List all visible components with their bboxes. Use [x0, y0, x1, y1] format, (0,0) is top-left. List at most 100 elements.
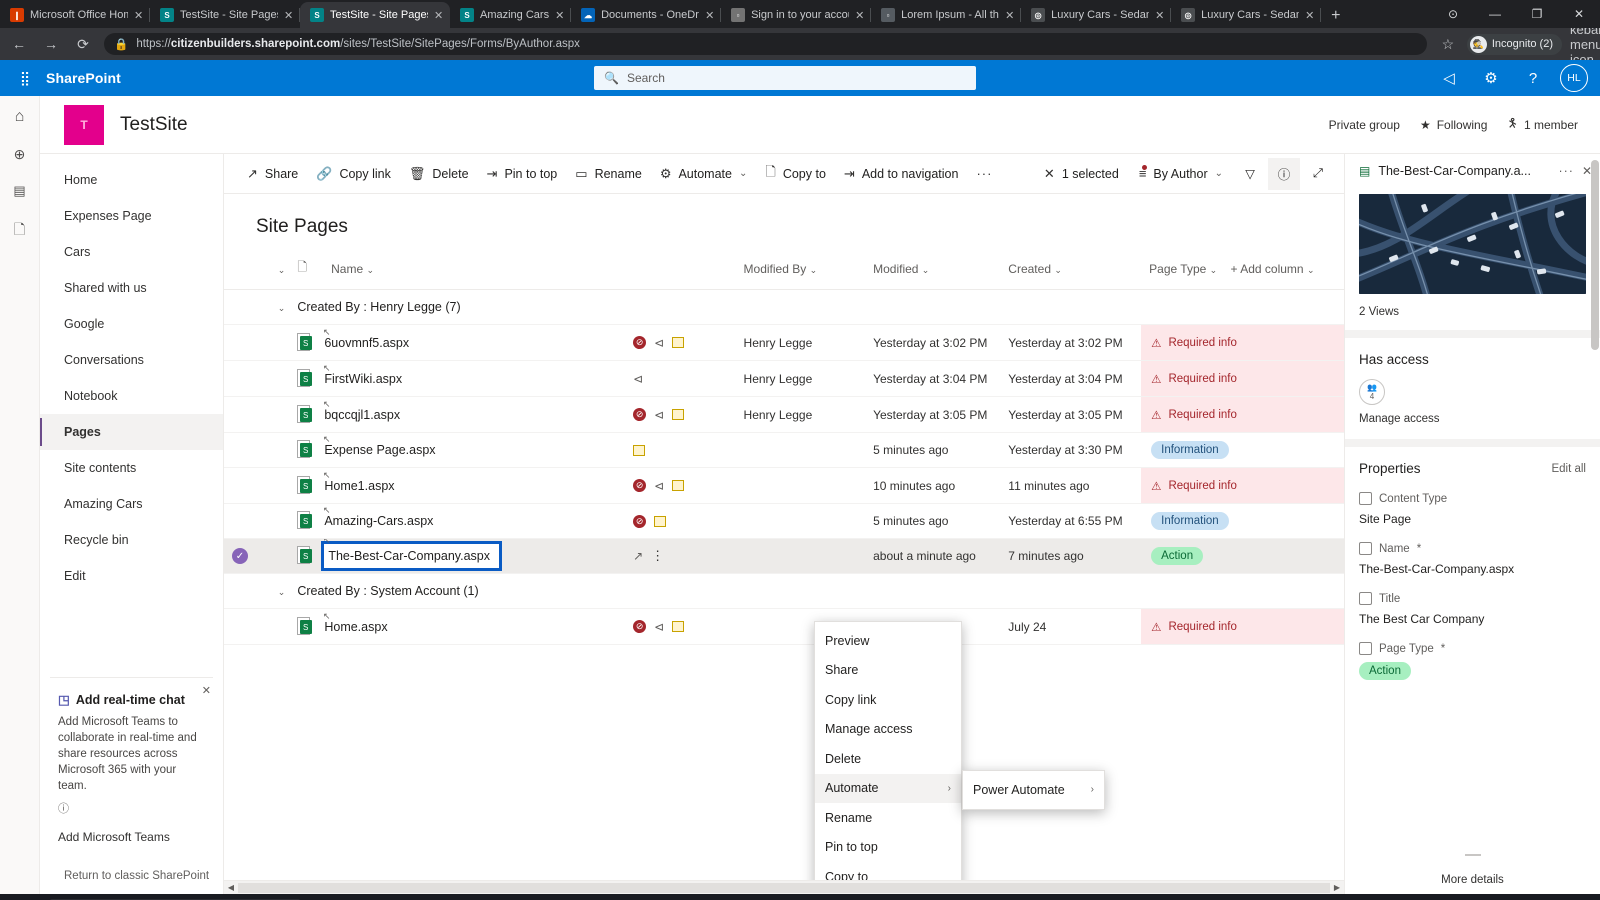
close-icon[interactable]: ✕ [555, 9, 565, 22]
teams-icon[interactable]: ◈ [716, 896, 750, 900]
excel-icon[interactable]: X [784, 896, 818, 900]
resize-grip[interactable] [1464, 854, 1481, 856]
expand-icon[interactable]: ⤢ [1302, 158, 1334, 190]
property-value[interactable]: The Best Car Company [1359, 612, 1484, 626]
close-icon[interactable]: ✕ [1305, 9, 1315, 22]
chrome-icon[interactable]: ◉ [648, 896, 682, 900]
back-button[interactable]: ← [8, 36, 30, 52]
help-icon[interactable]: ? [1514, 61, 1552, 95]
sidebar-item-cars[interactable]: Cars [40, 234, 223, 270]
table-row[interactable]: ✓SThe-Best-Car-Company.aspx↗⋮about a min… [224, 538, 1344, 574]
edge-icon[interactable]: ◉ [376, 896, 410, 900]
browser-tab[interactable]: ▫ Lorem Ipsum - All the ✕ [871, 2, 1022, 28]
todo-icon[interactable]: ☑ [614, 896, 648, 900]
file-name[interactable]: Amazing-Cars.aspx [324, 514, 433, 528]
close-icon[interactable]: ✕ [705, 9, 715, 22]
file-name[interactable]: Home.aspx [324, 620, 387, 634]
address-bar[interactable]: 🔒 https://citizenbuilders.sharepoint.com… [104, 33, 1427, 55]
globe-icon[interactable]: ⊕ [14, 146, 26, 163]
word-icon[interactable]: ▌ [750, 896, 784, 900]
table-row[interactable]: S Amazing-Cars.aspx ⊘ 5 minutes agoYesterda… [224, 503, 1344, 539]
command-share[interactable]: ↗ Share [238, 157, 307, 191]
extensions-icon[interactable]: ⊙ [1432, 0, 1474, 28]
file-thumbnail[interactable] [1359, 194, 1586, 294]
close-icon[interactable]: ✕ [1005, 9, 1015, 22]
browser-tab[interactable]: S TestSite - Site Pages - ✕ [150, 2, 300, 28]
home-icon[interactable]: ⌂ [15, 108, 25, 126]
group-header-row[interactable]: ⌄ Created By : Henry Legge (7) [224, 289, 1344, 325]
sidebar-item-conversations[interactable]: Conversations [40, 342, 223, 378]
sharepoint-brand[interactable]: SharePoint [46, 70, 121, 86]
menu-item-copy-to[interactable]: Copy to [815, 862, 961, 880]
sort-by-author-button[interactable]: ≡ By Author ⌄ [1130, 157, 1232, 191]
microsoft-store-icon[interactable]: ▤ [444, 896, 478, 900]
file-name[interactable]: FirstWiki.aspx [324, 372, 402, 386]
command-pin-to-top[interactable]: ⇥ Pin to top [478, 157, 567, 191]
row-select-checkbox[interactable] [224, 432, 290, 468]
row-select-checkbox[interactable] [224, 324, 290, 361]
menu-item-share[interactable]: Share [815, 656, 961, 686]
clear-selection-button[interactable]: ✕ 1 selected [1035, 157, 1128, 191]
row-select-checkbox[interactable]: ✓ [224, 538, 290, 574]
row-more-icon[interactable]: ⋮ [651, 548, 665, 564]
file-explorer-icon[interactable]: 🗀 [410, 896, 444, 900]
maximize-button[interactable]: ❐ [1516, 0, 1558, 28]
row-select-checkbox[interactable] [224, 360, 290, 397]
table-row[interactable]: S Expense Page.aspx 5 minutes agoYesterday… [224, 432, 1344, 468]
table-row[interactable]: SHome1.aspx⊘⊲10 minutes ago11 minutes ag… [224, 467, 1344, 504]
close-icon[interactable]: ✕ [284, 9, 294, 22]
close-window-button[interactable]: ✕ [1558, 0, 1600, 28]
share-icon[interactable]: ↗ [633, 549, 643, 563]
menu-item-manage-access[interactable]: Manage access [815, 715, 961, 745]
close-icon[interactable]: ✕ [855, 9, 865, 22]
menu-item-automate[interactable]: Automate › [815, 773, 961, 803]
menu-item-copy-link[interactable]: Copy link [815, 685, 961, 715]
browser-tab[interactable]: ◎ Luxury Cars - Sedans, ✕ [1021, 2, 1172, 28]
app-launcher-icon[interactable]: ⣿ [4, 70, 46, 87]
menu-item-rename[interactable]: Rename [815, 803, 961, 833]
browser-tab[interactable]: ❙ Microsoft Office Home ✕ [0, 2, 150, 28]
scroll-track[interactable] [238, 882, 1330, 893]
table-row[interactable]: SHome.aspx⊘⊲5 minutes agoJuly 24⚠Require… [224, 608, 1344, 645]
following-button[interactable]: ★ Following [1420, 118, 1487, 132]
sidebar-item-site-contents[interactable]: Site contents [40, 450, 223, 486]
group-header-row[interactable]: ⌄ Created By : System Account (1) [224, 573, 1344, 609]
edit-all-link[interactable]: Edit all [1551, 463, 1586, 475]
table-row[interactable]: Sbqccqjl1.aspx⊘⊲Henry LeggeYesterday at … [224, 396, 1344, 433]
classic-sharepoint-link[interactable]: Return to classic SharePoint [40, 860, 223, 894]
table-row[interactable]: S6uovmnf5.aspx⊘⊲Henry LeggeYesterday at … [224, 324, 1344, 361]
scroll-left-arrow[interactable]: ◀ [224, 883, 238, 892]
sidebar-item-pages[interactable]: Pages [40, 414, 223, 450]
select-all-column[interactable]: ⌄ [224, 252, 290, 290]
file-type-column[interactable]: 🗋 [289, 252, 324, 290]
add-column-button[interactable]: + Add column ⌄ [1231, 262, 1315, 276]
command-automate[interactable]: ⚙ Automate ⌄ [651, 157, 757, 191]
close-icon[interactable]: ✕ [434, 9, 444, 22]
details-pane-scrollbar[interactable] [1591, 160, 1599, 350]
more-details-link[interactable]: More details [1345, 864, 1600, 894]
menu-item-preview[interactable]: Preview [815, 626, 961, 656]
command-copy-to[interactable]: 🗋 Copy to [756, 157, 835, 191]
star-icon[interactable]: ☆ [1437, 36, 1459, 53]
file-name[interactable]: The-Best-Car-Company.aspx [321, 541, 502, 571]
close-icon[interactable]: ✕ [1155, 9, 1165, 22]
sidebar-item-notebook[interactable]: Notebook [40, 378, 223, 414]
add-teams-link[interactable]: Add Microsoft Teams [58, 830, 205, 844]
close-icon[interactable]: ✕ [202, 684, 211, 697]
file-name[interactable]: Home1.aspx [324, 479, 394, 493]
group-collapse-toggle[interactable]: ⌄ [224, 573, 290, 609]
document-icon[interactable]: 🗋 [14, 219, 25, 243]
command-[interactable]: ··· [967, 157, 1001, 191]
reload-button[interactable]: ⟳ [72, 36, 94, 53]
close-icon[interactable]: ✕ [134, 9, 144, 22]
property-value[interactable]: The-Best-Car-Company.aspx [1359, 562, 1514, 576]
new-tab-button[interactable]: + [1321, 7, 1350, 28]
property-value[interactable]: Site Page [1359, 512, 1411, 526]
sidebar-item-edit[interactable]: Edit [40, 558, 223, 594]
group-avatar-icon[interactable]: 👥 4 [1359, 379, 1385, 405]
menu-item-power-automate[interactable]: Power Automate › [963, 775, 1104, 805]
browser-tab[interactable]: S Amazing Cars ✕ [450, 2, 572, 28]
horizontal-scrollbar[interactable]: ◀ ▶ [224, 880, 1344, 894]
file-name[interactable]: 6uovmnf5.aspx [324, 336, 409, 350]
gear-icon[interactable]: ⚙ [1472, 61, 1510, 95]
